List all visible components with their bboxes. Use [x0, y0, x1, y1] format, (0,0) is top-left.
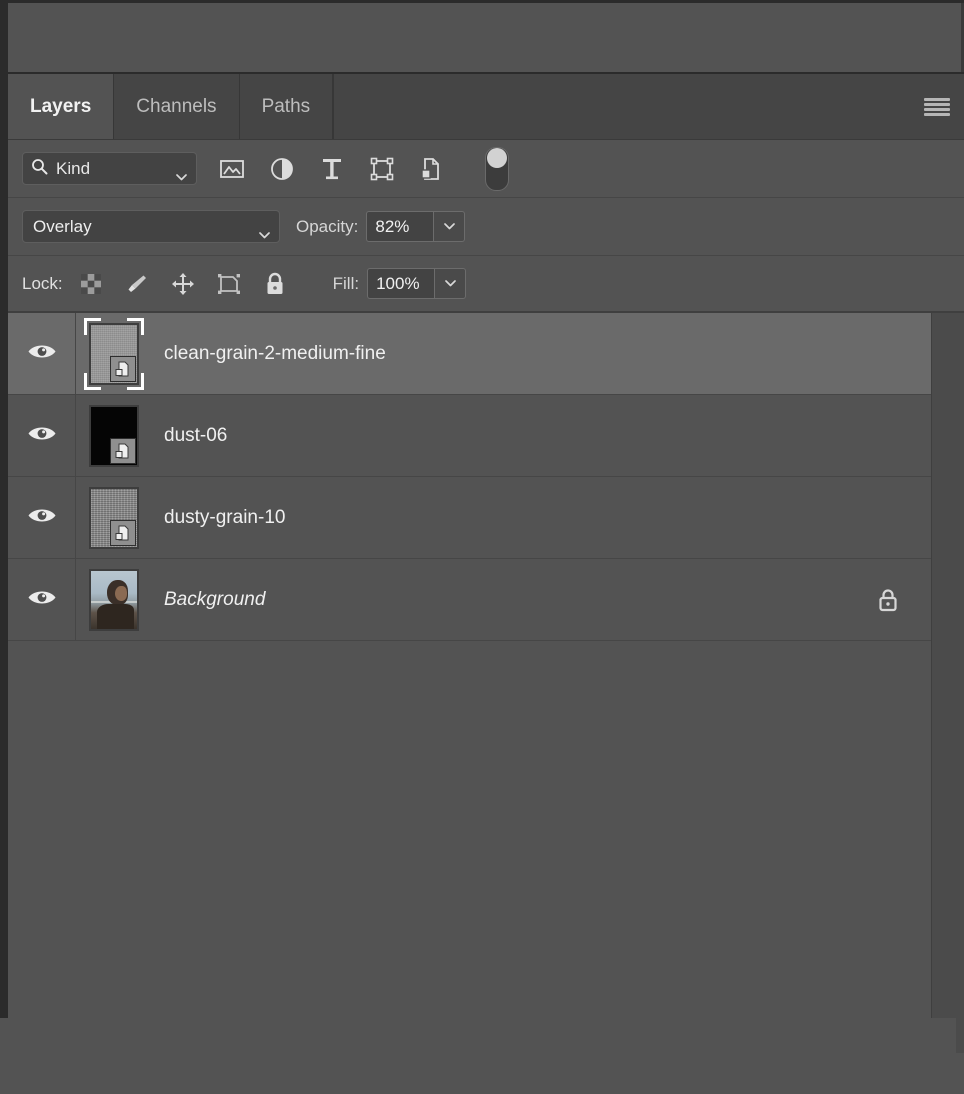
layer-filter-row: Kind: [8, 140, 964, 198]
lock-nesting-icon[interactable]: [217, 272, 241, 296]
opacity-value[interactable]: 82%: [366, 211, 434, 242]
filter-kind-label: Kind: [56, 159, 90, 179]
search-icon: [31, 158, 48, 180]
lock-row: Lock:: [8, 256, 964, 313]
fill-field[interactable]: 100%: [367, 268, 466, 299]
layer-visibility-toggle[interactable]: [8, 313, 76, 394]
layer-thumbnail-image: [89, 487, 139, 549]
layer-name[interactable]: Background: [164, 589, 265, 611]
opacity-field[interactable]: 82%: [366, 211, 465, 242]
filter-type-icons: [219, 147, 509, 191]
smart-object-badge-icon: [110, 356, 136, 382]
hamburger-bar: [924, 103, 950, 106]
tab-paths[interactable]: Paths: [240, 74, 334, 139]
lock-all-icon[interactable]: [263, 272, 287, 296]
blend-mode-select[interactable]: Overlay: [22, 210, 280, 243]
layer-thumbnail[interactable]: [84, 400, 144, 472]
layer-name[interactable]: dust-06: [164, 425, 227, 447]
eye-icon: [27, 342, 57, 366]
lock-transparent-pixels-icon[interactable]: [79, 272, 103, 296]
lock-label: Lock:: [22, 274, 63, 294]
panel-tab-bar: Layers Channels Paths: [8, 74, 964, 140]
layers-list-area: clean-grain-2-medium-fine: [8, 313, 964, 1053]
shape-layer-filter-icon[interactable]: [369, 156, 395, 182]
layer-thumbnail[interactable]: [84, 318, 144, 390]
chevron-down-icon[interactable]: [176, 166, 187, 186]
opacity-dropdown-button[interactable]: [434, 211, 465, 242]
layer-locked-icon[interactable]: [875, 587, 901, 613]
adjustment-layer-filter-icon[interactable]: [269, 156, 295, 182]
table-row[interactable]: clean-grain-2-medium-fine: [8, 313, 931, 395]
photoshop-layers-panel-screenshot: Layers Channels Paths: [0, 0, 964, 1094]
table-row[interactable]: dusty-grain-10: [8, 477, 931, 559]
tab-channels-label: Channels: [136, 96, 216, 118]
layer-thumbnail-image: [89, 569, 139, 631]
table-row[interactable]: dust-06: [8, 395, 931, 477]
layers-scrollbar[interactable]: [931, 313, 964, 1053]
tab-paths-label: Paths: [262, 96, 311, 118]
layer-name[interactable]: clean-grain-2-medium-fine: [164, 343, 386, 365]
filter-toggle-switch[interactable]: [485, 147, 509, 191]
layer-visibility-toggle[interactable]: [8, 395, 76, 476]
hamburger-bar: [924, 113, 950, 116]
eye-icon: [27, 424, 57, 448]
fill-label: Fill:: [333, 274, 359, 294]
table-row[interactable]: Background: [8, 559, 931, 641]
thumbnail-content: [91, 571, 137, 629]
chevron-down-icon[interactable]: [259, 224, 270, 244]
pixel-layer-filter-icon[interactable]: [219, 156, 245, 182]
layer-thumbnail[interactable]: [84, 564, 144, 636]
tab-channels[interactable]: Channels: [114, 74, 239, 139]
blend-mode-value: Overlay: [33, 217, 92, 237]
panel-top-strip-inner: [8, 3, 964, 72]
filter-kind-select[interactable]: Kind: [22, 152, 197, 185]
lock-position-icon[interactable]: [171, 272, 195, 296]
layer-thumbnail-image: [89, 405, 139, 467]
layer-thumbnail-image: [89, 323, 139, 385]
smart-object-badge-icon: [110, 520, 136, 546]
hamburger-bar: [924, 108, 950, 111]
type-layer-filter-icon[interactable]: [319, 156, 345, 182]
eye-icon: [27, 588, 57, 612]
fill-value[interactable]: 100%: [367, 268, 435, 299]
layer-visibility-toggle[interactable]: [8, 559, 76, 640]
tab-layers[interactable]: Layers: [8, 74, 114, 139]
layer-visibility-toggle[interactable]: [8, 477, 76, 558]
blend-mode-row: Overlay Opacity: 82%: [8, 198, 964, 256]
fill-dropdown-button[interactable]: [435, 268, 466, 299]
filter-toggle-knob: [487, 148, 507, 168]
tab-bar-filler: [333, 74, 964, 139]
lock-image-pixels-icon[interactable]: [125, 272, 149, 296]
layers-panel: Layers Channels Paths: [0, 72, 964, 1094]
smart-object-filter-icon[interactable]: [419, 156, 445, 182]
layer-thumbnail[interactable]: [84, 482, 144, 554]
smart-object-badge-icon: [110, 438, 136, 464]
panel-top-strip: [0, 0, 964, 72]
hamburger-menu-icon[interactable]: [924, 98, 950, 116]
layer-name[interactable]: dusty-grain-10: [164, 507, 285, 529]
panel-empty-bottom-area: [0, 1018, 956, 1094]
layers-list: clean-grain-2-medium-fine: [8, 313, 932, 1053]
hamburger-bar: [924, 98, 950, 101]
eye-icon: [27, 506, 57, 530]
tab-layers-label: Layers: [30, 96, 91, 118]
lock-icons: [79, 272, 287, 296]
opacity-label: Opacity:: [296, 217, 358, 237]
